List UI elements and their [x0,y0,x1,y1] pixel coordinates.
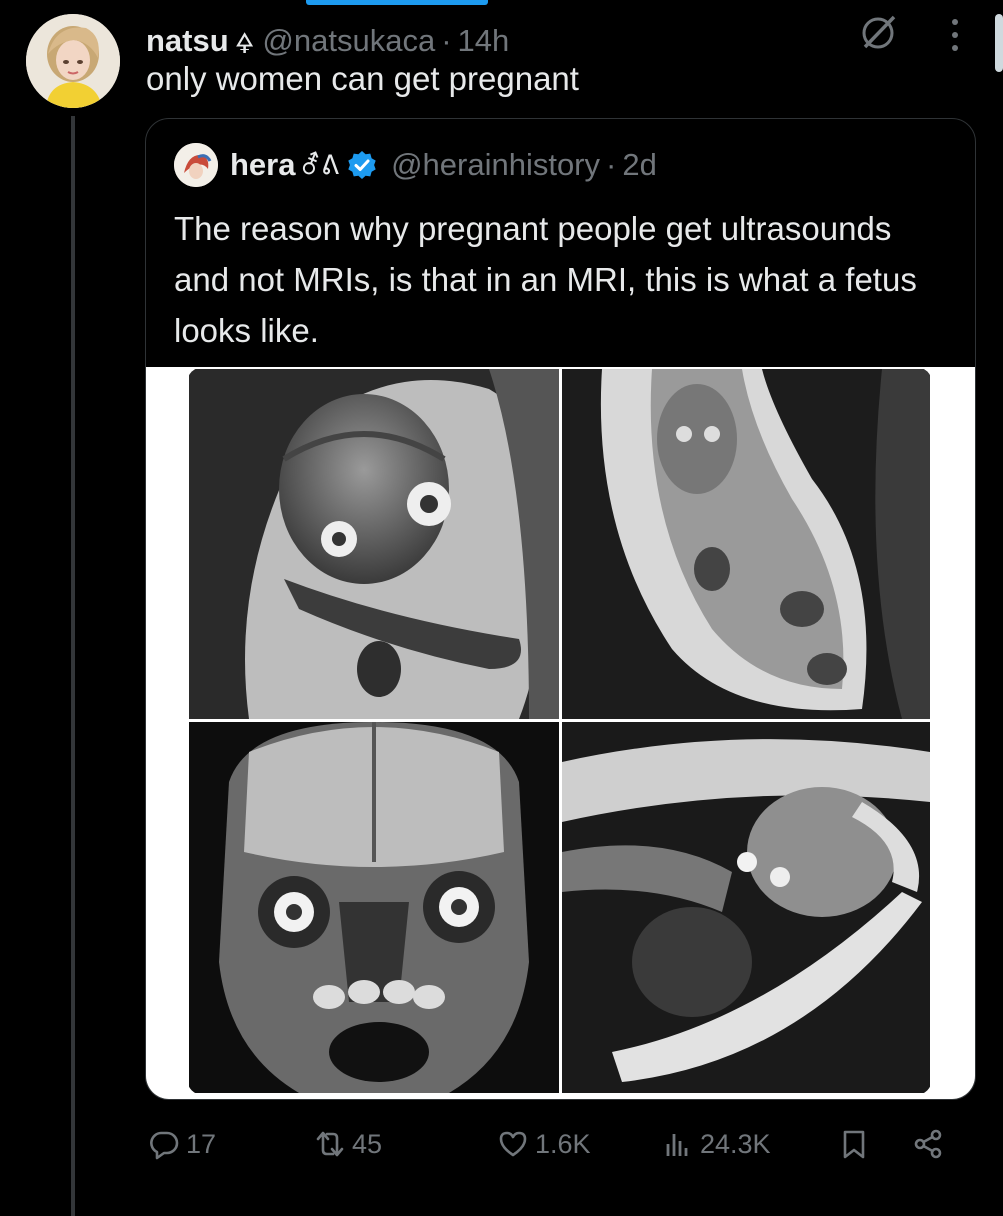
like-count: 1.6K [535,1128,591,1159]
verified-icon [347,150,377,180]
mri-image-1[interactable] [189,369,559,719]
repost-button[interactable]: 45 [314,1128,382,1160]
views-icon [666,1134,688,1156]
like-icon [499,1131,527,1157]
grok-icon[interactable] [858,12,898,52]
views-button[interactable]: 24.3K [662,1128,771,1160]
more-icon[interactable] [950,18,960,52]
top-tab-indicator [306,0,488,5]
separator-dot: · [441,22,452,58]
quoted-tweet-time[interactable]: 2d [622,147,656,183]
views-count: 24.3K [700,1128,771,1159]
thread-line [71,116,75,1216]
quoted-tweet-header: hera ⚦ᕕ @herainhistory · 2d [174,143,657,187]
tweet-actions: 17 45 1.6K 24.3K [0,1128,1003,1164]
quoted-tweet-text: The reason why pregnant people get ultra… [174,210,917,349]
quoted-tweet[interactable]: hera ⚦ᕕ @herainhistory · 2d The reason w… [145,118,976,1100]
like-button[interactable]: 1.6K [497,1128,591,1160]
mri-image-3[interactable] [189,722,559,1093]
avatar[interactable] [26,14,120,108]
author-handle[interactable]: @natsukaca [262,23,435,59]
tweet-text: only women can get pregnant [146,60,579,97]
author-name[interactable]: natsu [146,23,229,59]
bookmark-button[interactable] [838,1128,876,1160]
quoted-author-handle[interactable]: @herainhistory [391,147,600,183]
share-button[interactable] [912,1128,950,1160]
repost-icon [316,1131,344,1157]
share-icon [914,1129,942,1159]
reply-count: 17 [186,1128,217,1159]
quoted-author-name[interactable]: hera [230,147,295,183]
quoted-author-symbol: ⚦ᕕ [299,149,340,180]
repost-count: 45 [352,1128,383,1159]
mri-image-2[interactable] [562,369,930,719]
reply-icon [150,1131,179,1160]
separator-dot: · [606,147,617,182]
media-container [146,367,975,1099]
bookmark-icon [843,1130,865,1159]
quoted-avatar [174,143,218,187]
mri-image-4[interactable] [562,722,930,1093]
scrollbar[interactable] [995,14,1003,72]
mri-image-grid[interactable] [187,367,932,1095]
reply-button[interactable]: 17 [148,1128,216,1160]
tweet-time[interactable]: 14h [458,23,510,59]
